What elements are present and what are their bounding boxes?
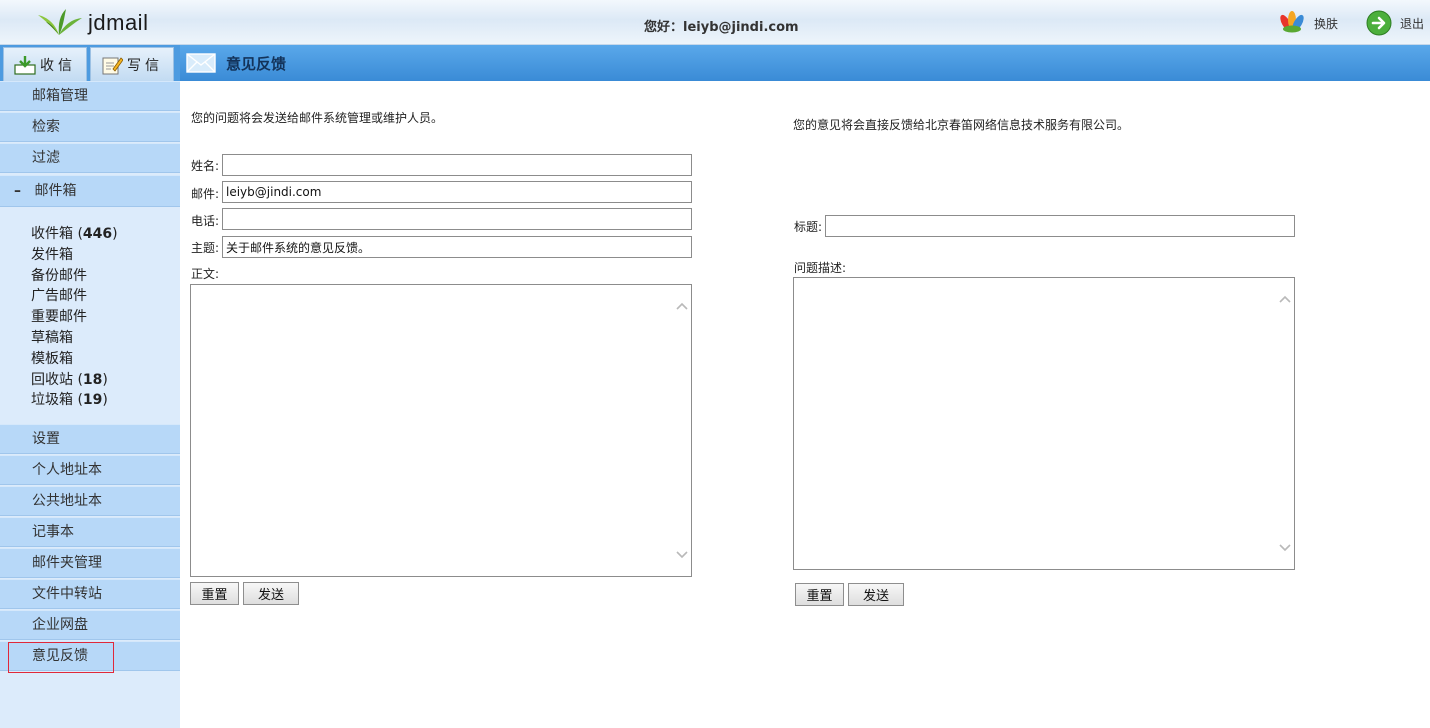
folder-name: 草稿箱 bbox=[31, 329, 73, 346]
phone-input[interactable] bbox=[222, 208, 692, 230]
subject-input[interactable] bbox=[222, 236, 692, 258]
title-input[interactable] bbox=[825, 215, 1295, 237]
page-title: 意见反馈 bbox=[226, 54, 287, 73]
sidebar-item-label: 过滤 bbox=[32, 150, 60, 166]
sidebar-item-feedback[interactable]: 意见反馈 bbox=[0, 641, 180, 671]
folder-name: 垃圾箱 bbox=[31, 392, 73, 409]
folder-count: 18 bbox=[82, 371, 103, 388]
change-skin-button[interactable]: 换肤 bbox=[1278, 10, 1338, 36]
sidebar-item-label: 意见反馈 bbox=[32, 648, 88, 664]
sidebar-item-search[interactable]: 检索 bbox=[0, 112, 180, 142]
logout-button[interactable]: 退出 bbox=[1366, 10, 1424, 36]
sidebar-group-mailbox[interactable]: – 邮件箱 bbox=[0, 175, 180, 207]
envelope-icon bbox=[186, 53, 216, 73]
folder-name: 备份邮件 bbox=[31, 267, 87, 284]
description-label: 问题描述: bbox=[794, 261, 847, 275]
collapse-toggle-icon: – bbox=[14, 183, 21, 199]
compose-mail-tab[interactable]: 写信 bbox=[90, 47, 174, 81]
folder-name: 发件箱 bbox=[31, 246, 73, 263]
sidebar-item-label: 检索 bbox=[32, 119, 60, 135]
skin-palette-icon bbox=[1280, 11, 1304, 33]
left-reset-button[interactable]: 重置 bbox=[190, 582, 239, 605]
folder-recycle[interactable]: 回收站 (18) bbox=[31, 370, 180, 391]
phone-label: 电话: bbox=[191, 214, 220, 228]
logo: jdmail bbox=[36, 6, 148, 40]
folder-name: 重要邮件 bbox=[31, 309, 87, 326]
scroll-up-icon[interactable] bbox=[676, 301, 688, 311]
folder-name: 回收站 bbox=[31, 371, 73, 388]
folder-outbox[interactable]: 发件箱 bbox=[31, 245, 180, 266]
logout-label: 退出 bbox=[1400, 16, 1425, 31]
sidebar-item-label: 文件中转站 bbox=[32, 586, 102, 602]
sidebar-item-file-transfer[interactable]: 文件中转站 bbox=[0, 579, 180, 609]
right-form-note: 您的意见将会直接反馈给北京春笛网络信息技术服务有限公司。 bbox=[793, 118, 1130, 132]
name-label: 姓名: bbox=[191, 159, 220, 173]
folder-backup[interactable]: 备份邮件 bbox=[31, 266, 180, 287]
compose-mail-label: 写信 bbox=[127, 57, 163, 74]
receive-mail-label: 收信 bbox=[40, 57, 76, 74]
right-send-button[interactable]: 发送 bbox=[848, 583, 904, 606]
left-form-note: 您的问题将会发送给邮件系统管理或维护人员。 bbox=[191, 111, 444, 125]
sidebar-item-public-contacts[interactable]: 公共地址本 bbox=[0, 486, 180, 516]
folder-ads[interactable]: 广告邮件 bbox=[31, 286, 180, 307]
folder-list: 收件箱 (446) 发件箱 备份邮件 广告邮件 重要邮件 草稿箱 模板箱 回收站… bbox=[0, 223, 180, 423]
right-reset-button[interactable]: 重置 bbox=[795, 583, 844, 606]
scroll-down-icon[interactable] bbox=[1279, 543, 1291, 553]
sidebar-group-label: 邮件箱 bbox=[34, 183, 77, 199]
email-input[interactable] bbox=[222, 181, 692, 203]
sidebar-item-label: 邮箱管理 bbox=[32, 88, 88, 104]
sidebar-item-label: 记事本 bbox=[32, 524, 74, 540]
body-label: 正文: bbox=[191, 267, 220, 281]
inbox-download-icon bbox=[14, 55, 36, 75]
sidebar-item-folder-management[interactable]: 邮件夹管理 bbox=[0, 548, 180, 578]
scroll-up-icon[interactable] bbox=[1279, 294, 1291, 304]
receive-mail-tab[interactable]: 收信 bbox=[3, 47, 87, 81]
scroll-down-icon[interactable] bbox=[676, 550, 688, 560]
folder-templates[interactable]: 模板箱 bbox=[31, 349, 180, 370]
folder-inbox[interactable]: 收件箱 (446) bbox=[31, 224, 180, 245]
sidebar-item-mailbox-management[interactable]: 邮箱管理 bbox=[0, 81, 180, 111]
folder-drafts[interactable]: 草稿箱 bbox=[31, 328, 180, 349]
change-skin-label: 换肤 bbox=[1314, 16, 1339, 31]
sidebar-item-personal-contacts[interactable]: 个人地址本 bbox=[0, 455, 180, 485]
folder-junk[interactable]: 垃圾箱 (19) bbox=[31, 390, 180, 411]
sidebar: 收信 写信 邮箱管理 检索 过滤 – 邮件箱 收件箱 (446) 发件箱 备份邮… bbox=[0, 45, 180, 728]
sidebar-item-notepad[interactable]: 记事本 bbox=[0, 517, 180, 547]
user-greeting: 您好：leiyb@jindi.com bbox=[644, 20, 799, 35]
sidebar-item-settings[interactable]: 设置 bbox=[0, 424, 180, 454]
sidebar-item-label: 邮件夹管理 bbox=[32, 555, 102, 571]
sidebar-item-label: 设置 bbox=[32, 431, 60, 447]
sidebar-item-label: 个人地址本 bbox=[32, 462, 102, 478]
sidebar-item-filter[interactable]: 过滤 bbox=[0, 143, 180, 173]
arrow-right-circle-icon bbox=[1366, 10, 1392, 36]
content-header: 意见反馈 bbox=[180, 45, 1430, 81]
sidebar-item-label: 企业网盘 bbox=[32, 617, 88, 633]
sidebar-tabs: 收信 写信 bbox=[0, 45, 180, 81]
name-input[interactable] bbox=[222, 154, 692, 176]
compose-note-icon bbox=[102, 56, 123, 74]
description-textarea[interactable] bbox=[793, 277, 1295, 570]
email-label: 邮件: bbox=[191, 187, 220, 201]
folder-name: 收件箱 bbox=[31, 226, 73, 242]
folder-count: 19 bbox=[82, 392, 103, 409]
subject-label: 主题: bbox=[191, 241, 220, 255]
logo-text: jdmail bbox=[88, 10, 149, 35]
folder-important[interactable]: 重要邮件 bbox=[31, 307, 180, 328]
body-textarea[interactable] bbox=[190, 284, 692, 577]
leaf-logo-icon bbox=[38, 9, 82, 35]
folder-name: 模板箱 bbox=[31, 350, 73, 367]
folder-name: 广告邮件 bbox=[31, 288, 87, 305]
folder-count: 446 bbox=[82, 226, 113, 242]
top-header: jdmail 您好：leiyb@jindi.com 换肤 退出 bbox=[0, 0, 1430, 45]
sidebar-item-enterprise-drive[interactable]: 企业网盘 bbox=[0, 610, 180, 640]
sidebar-item-label: 公共地址本 bbox=[32, 493, 102, 509]
left-send-button[interactable]: 发送 bbox=[243, 582, 299, 605]
title-label: 标题: bbox=[794, 220, 823, 234]
